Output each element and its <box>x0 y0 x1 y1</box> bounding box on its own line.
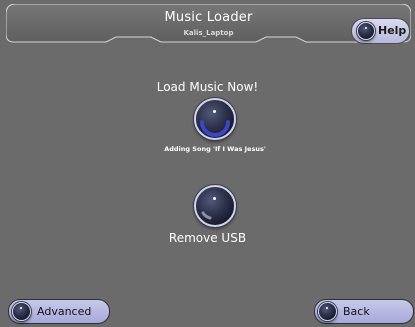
page-title: Music Loader <box>164 10 253 25</box>
knob-icon <box>12 302 31 321</box>
back-button-label: Back <box>343 305 370 318</box>
advanced-button-label: Advanced <box>37 305 92 318</box>
status-text: Adding Song 'If I Was Jesus' <box>164 145 266 153</box>
knob-indicator-dot <box>326 307 328 309</box>
knob-indicator-dot <box>20 307 22 309</box>
progress-arc-icon <box>200 120 230 137</box>
help-button[interactable]: Help <box>351 18 410 44</box>
knob-indicator-dot <box>365 27 367 29</box>
knob-icon <box>318 302 337 321</box>
app-window: Music Loader Kalis_Laptop Help Load Musi… <box>0 0 415 327</box>
help-button-label: Help <box>378 24 407 37</box>
header-bar: Music Loader Kalis_Laptop <box>6 4 411 44</box>
knob-shine-icon <box>201 211 212 220</box>
load-music-label: Load Music Now! <box>156 80 259 94</box>
knob-icon <box>357 22 375 40</box>
advanced-button[interactable]: Advanced <box>8 299 110 324</box>
remove-usb-label: Remove USB <box>168 231 247 245</box>
remove-usb-knob[interactable] <box>194 185 236 227</box>
knob-indicator-dot <box>213 197 216 200</box>
load-music-knob[interactable] <box>194 98 236 140</box>
knob-indicator-dot <box>213 110 216 113</box>
back-button[interactable]: Back <box>314 299 414 324</box>
